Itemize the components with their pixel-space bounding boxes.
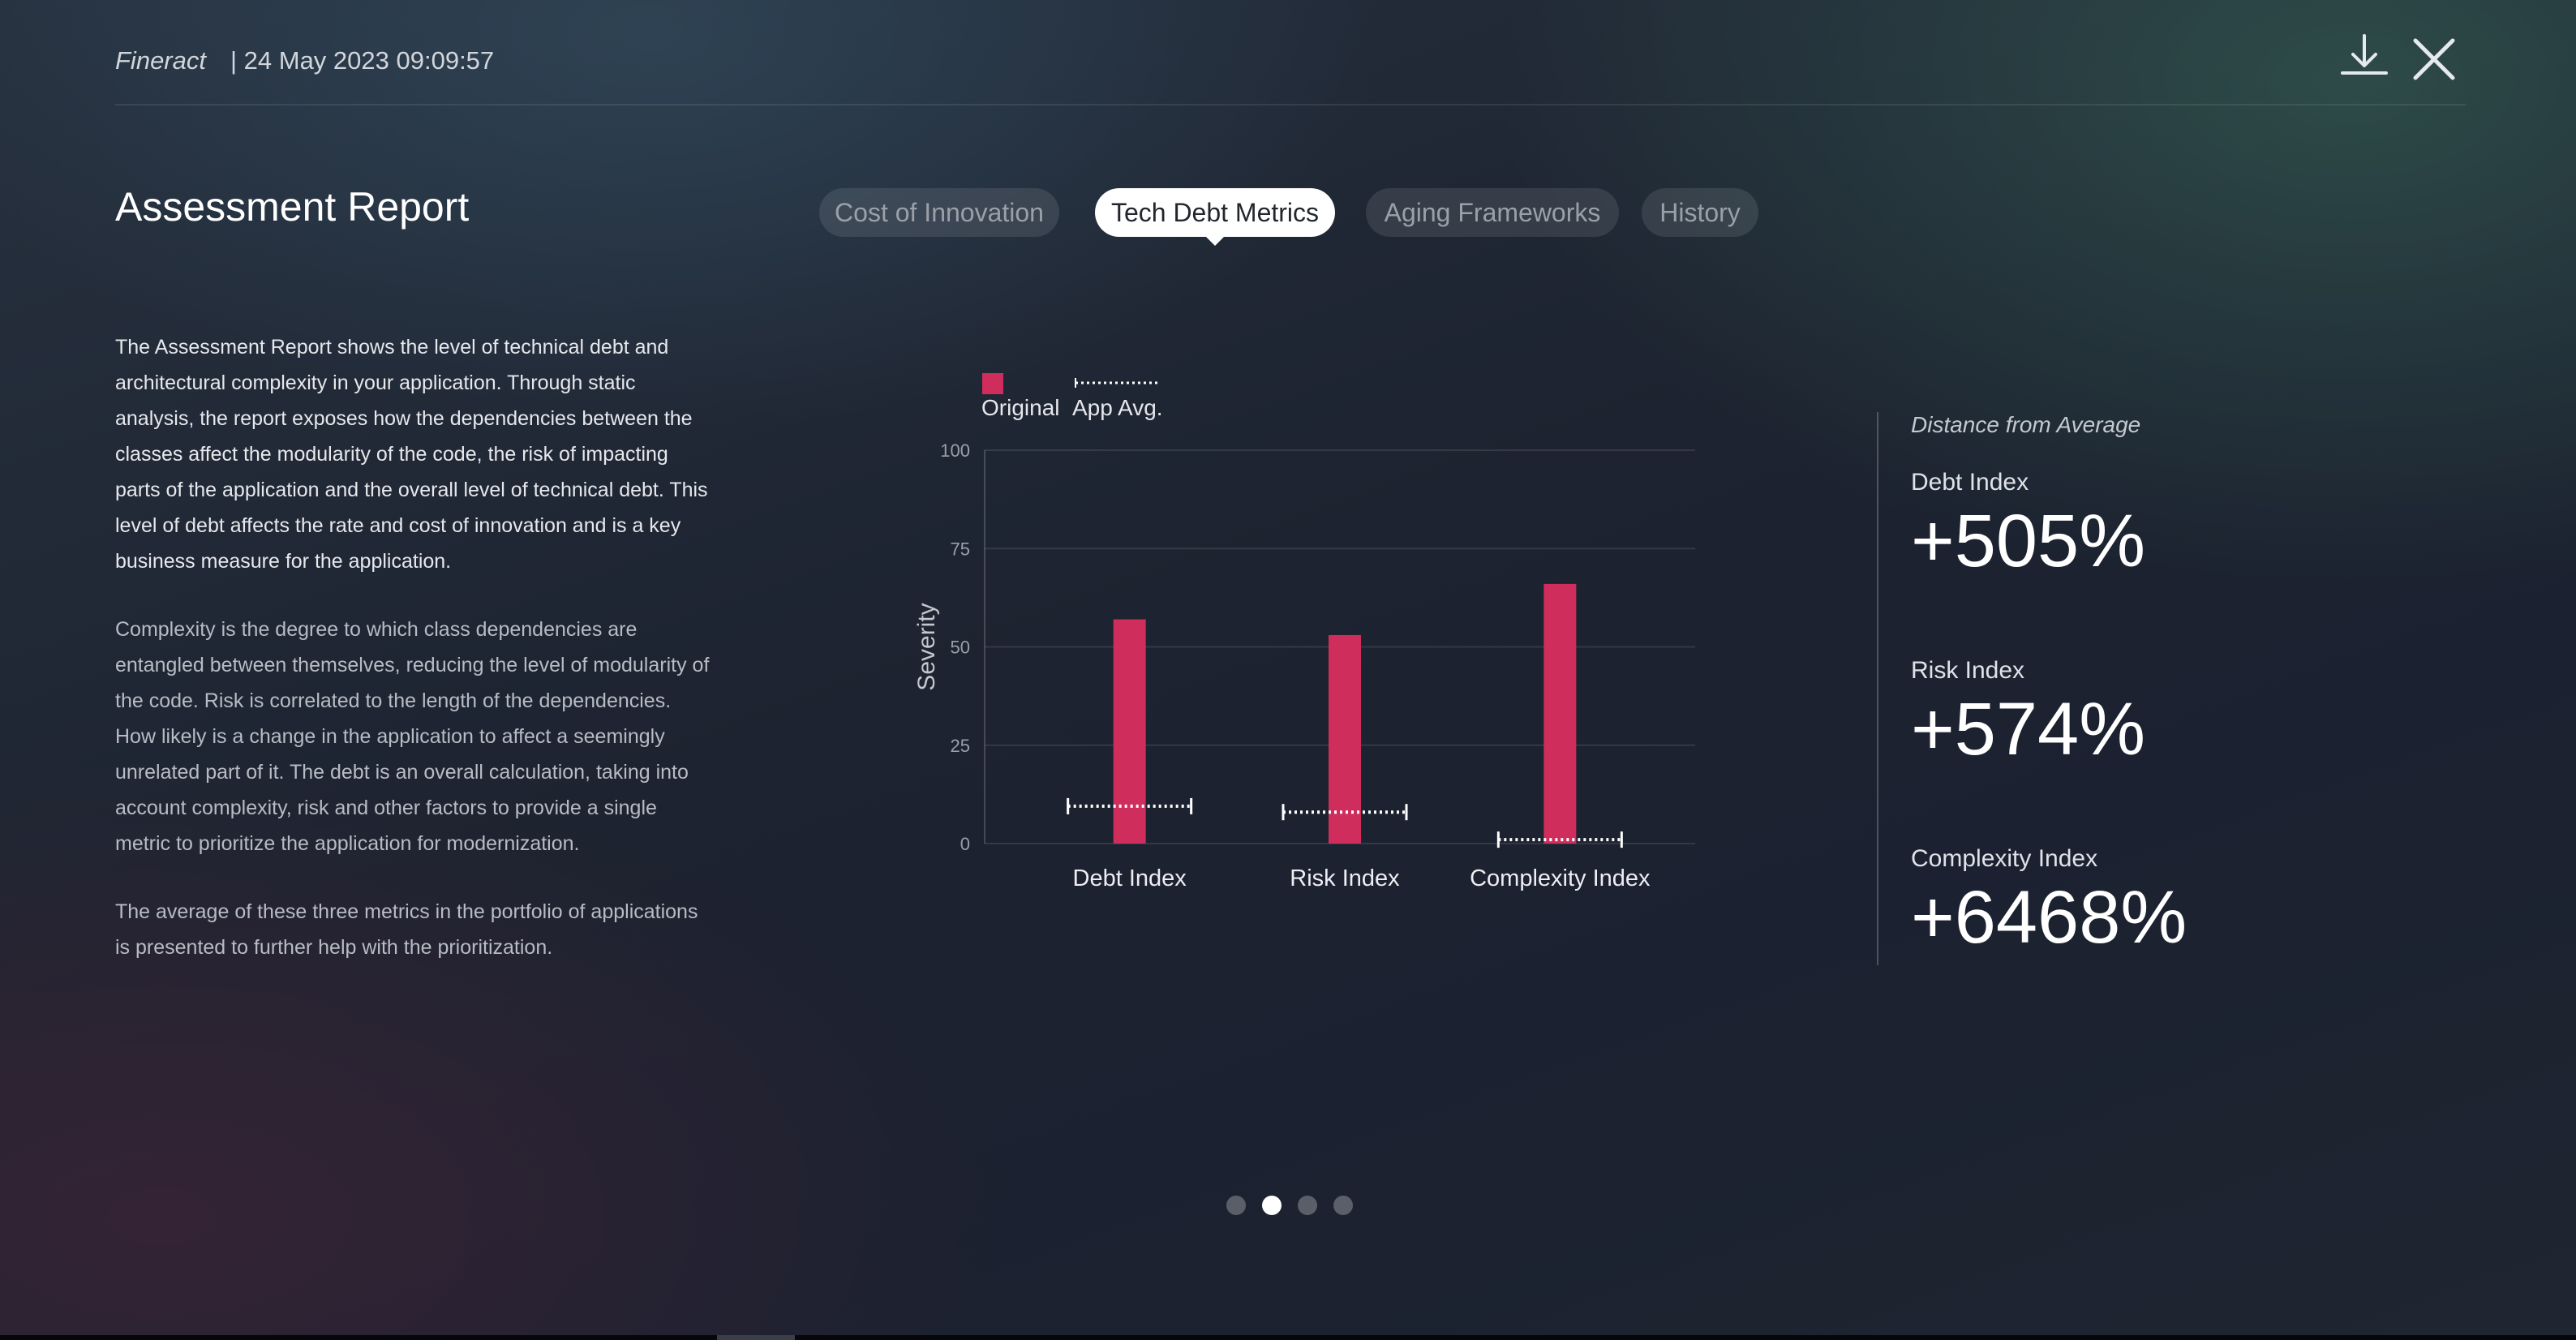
pager-dot[interactable] (1226, 1196, 1246, 1215)
stat-complexity-index: Complexity Index +6468% (1911, 845, 2187, 962)
stat-value: +574% (1911, 688, 2146, 771)
y-axis-label: Severity (913, 603, 940, 690)
x-tick-label: Risk Index (1290, 865, 1400, 891)
carousel-pager (1226, 1194, 1369, 1217)
y-tick-label: 100 (940, 440, 970, 461)
tab-cost-of-innovation[interactable]: Cost of Innovation (819, 188, 1059, 237)
bar-original (1543, 583, 1577, 844)
header-divider (115, 104, 2466, 105)
legend-label-app-avg: App Avg. (1072, 395, 1163, 420)
legend-label-original: Original (981, 395, 1059, 420)
bar-original (1329, 634, 1361, 844)
report-timestamp: | 24 May 2023 09:09:57 (230, 46, 495, 75)
stat-value: +6468% (1911, 876, 2187, 959)
stat-debt-index: Debt Index +505% (1911, 469, 2145, 586)
stat-value: +505% (1911, 500, 2146, 582)
page-title: Assessment Report (115, 184, 470, 230)
y-tick-label: 0 (960, 834, 970, 854)
description-paragraph: The Assessment Report shows the level of… (115, 336, 708, 573)
app-name: Fineract (115, 46, 206, 75)
pager-dot[interactable] (1333, 1196, 1353, 1215)
report-header: Fineract | 24 May 2023 09:09:57 (115, 42, 494, 79)
stat-label: Complexity Index (1911, 845, 2098, 872)
x-tick-label: Complexity Index (1470, 865, 1651, 891)
tab-tech-debt-metrics[interactable]: Tech Debt Metrics (1095, 188, 1335, 246)
description-paragraph: The average of these three metrics in th… (115, 900, 698, 959)
tab-history[interactable]: History (1642, 188, 1758, 237)
stat-risk-index: Risk Index +574% (1911, 657, 2145, 774)
severity-bar-chart: 0 25 50 75 100 Severity Debt Index Risk Index Co… (892, 349, 1752, 917)
pager-dot[interactable] (1298, 1196, 1317, 1215)
stat-label: Risk Index (1911, 657, 2025, 684)
x-tick-label: Debt Index (1073, 865, 1187, 891)
description-paragraph: Complexity is the degree to which class … (115, 618, 710, 855)
stats-heading: Distance from Average (1911, 412, 2141, 437)
y-tick-label: 50 (951, 638, 970, 658)
legend-swatch-original (982, 373, 1003, 394)
pager-dot-active[interactable] (1262, 1196, 1282, 1215)
horizontal-scrollbar[interactable] (0, 1335, 2576, 1340)
y-tick-label: 75 (951, 539, 970, 559)
close-icon[interactable] (2407, 32, 2461, 86)
stat-label: Debt Index (1911, 469, 2029, 496)
bar-original (1113, 619, 1146, 844)
tab-aging-frameworks[interactable]: Aging Frameworks (1366, 188, 1619, 237)
scrollbar-thumb[interactable] (717, 1335, 795, 1340)
y-tick-label: 25 (951, 736, 970, 756)
stats-divider (1877, 412, 1878, 965)
download-icon[interactable] (2339, 32, 2389, 83)
